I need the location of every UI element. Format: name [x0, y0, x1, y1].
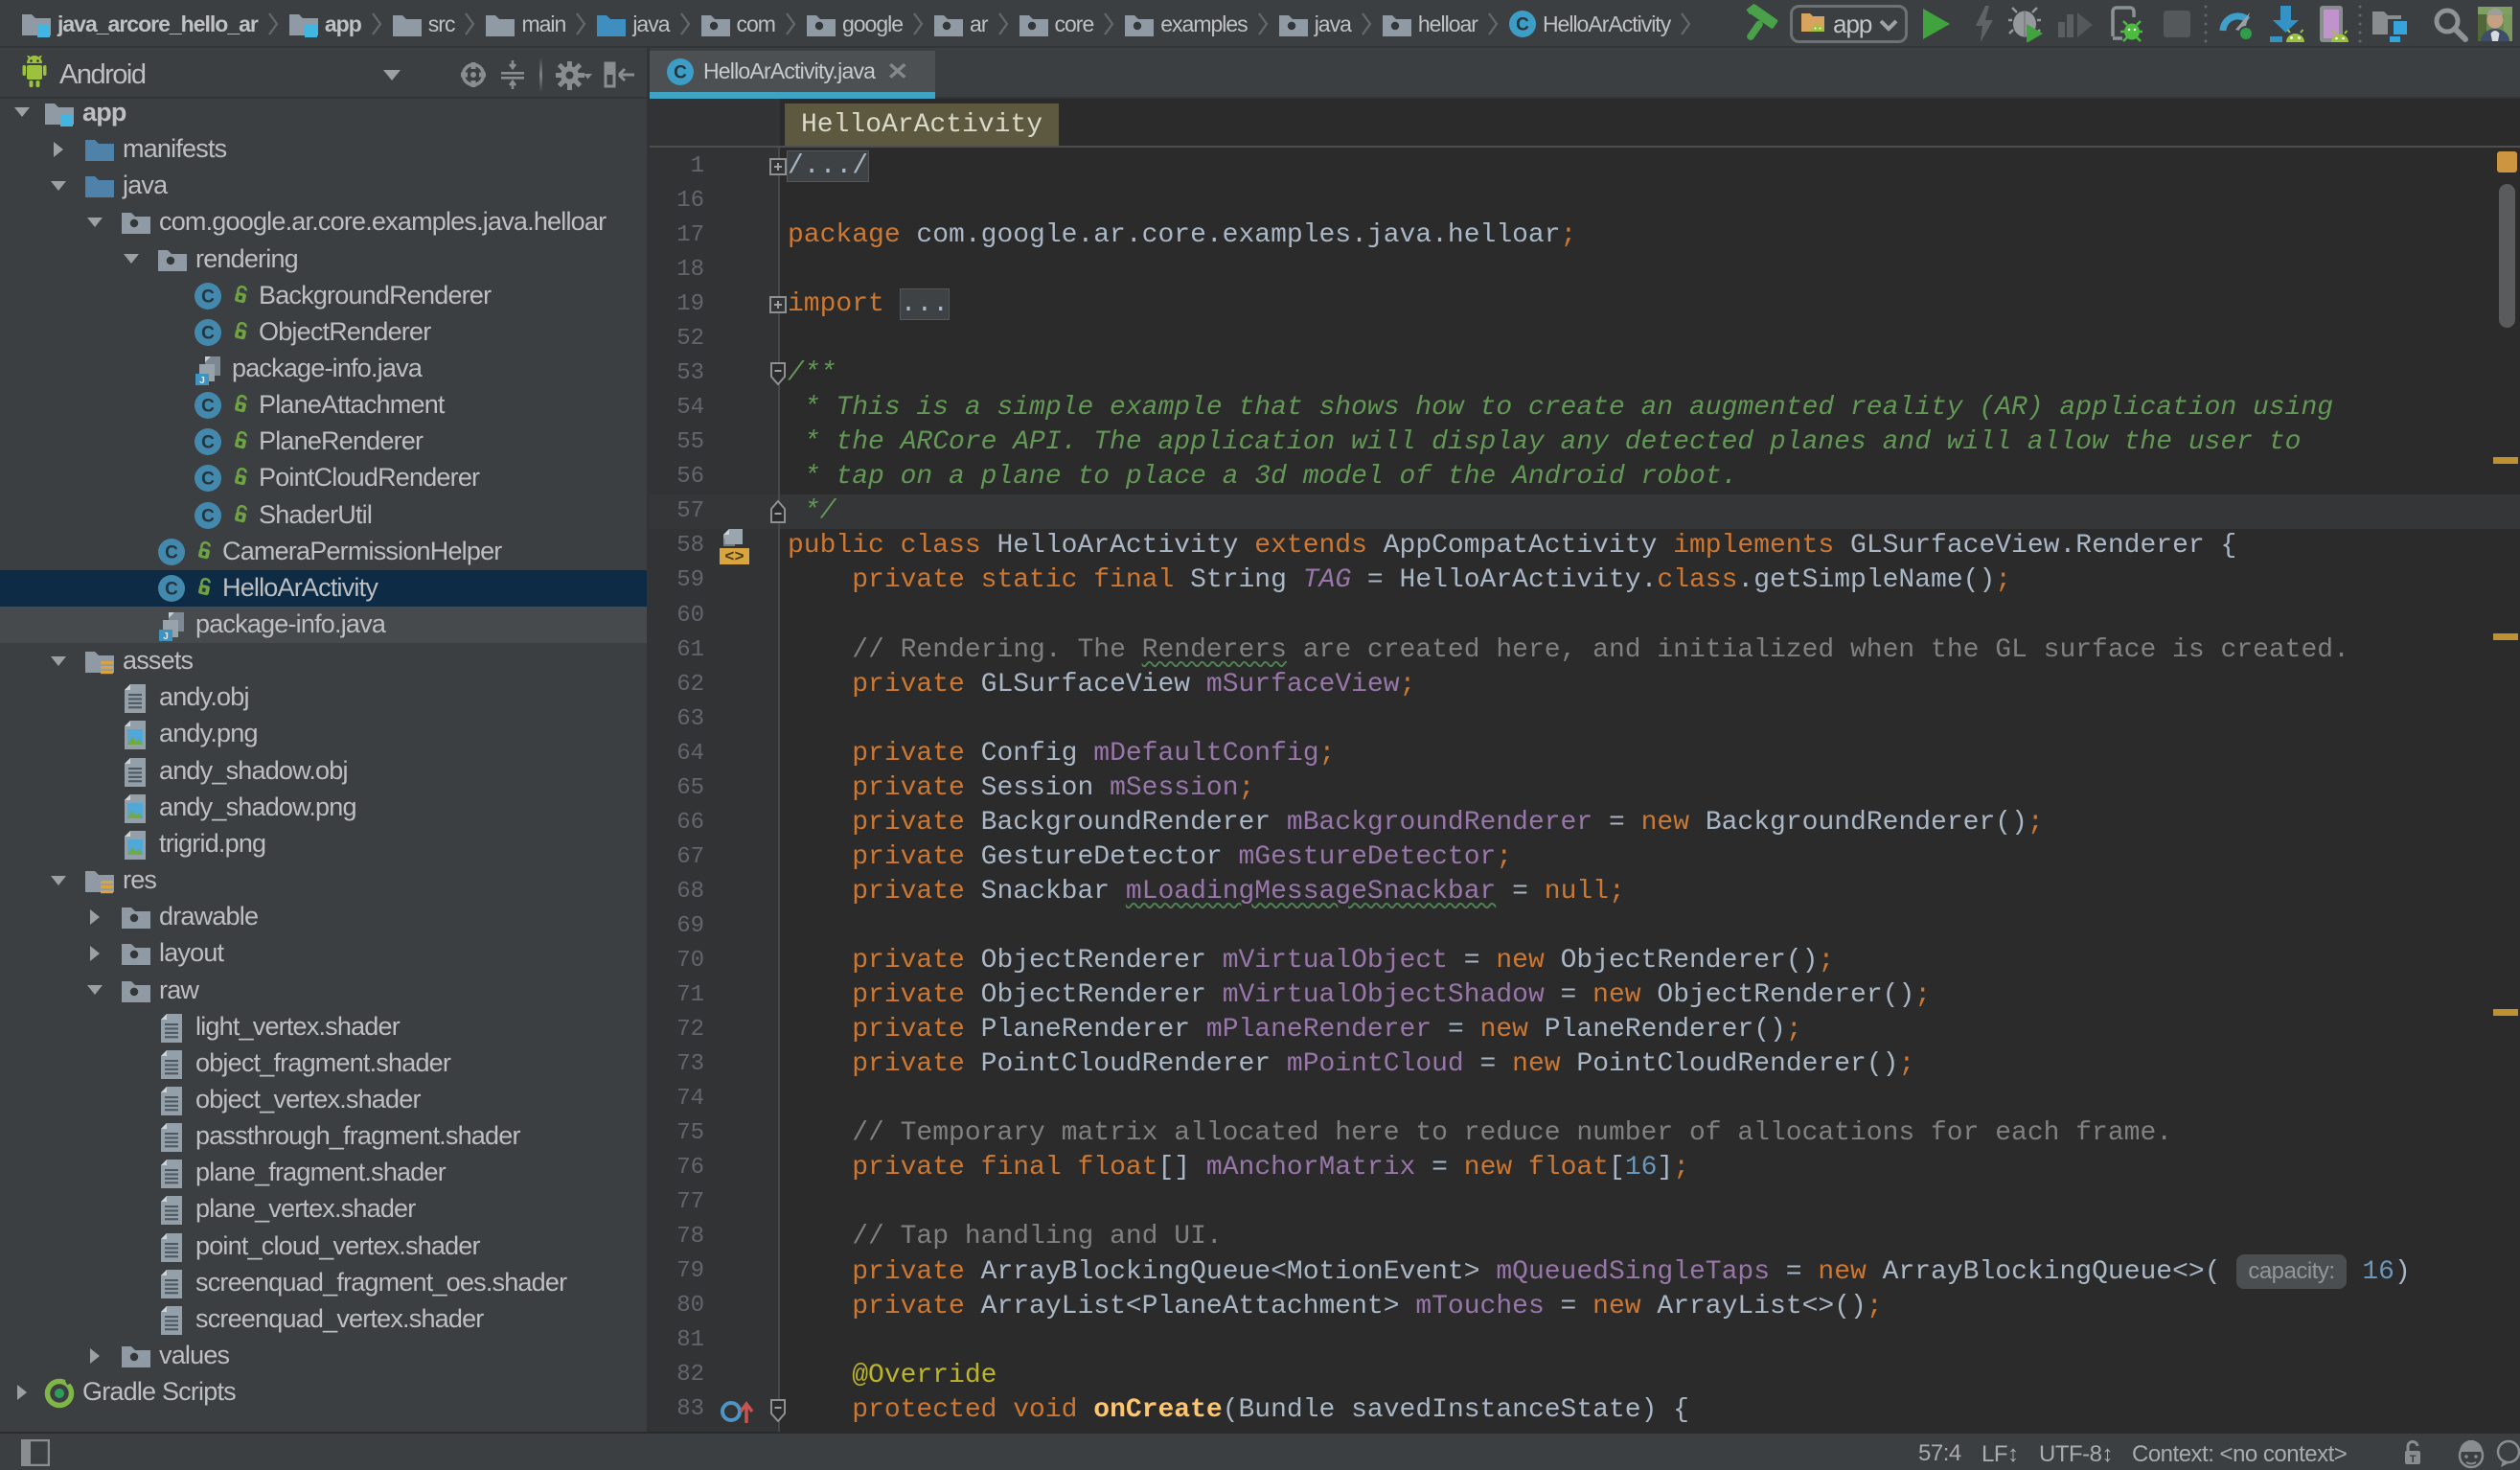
svg-text:C: C — [165, 579, 178, 599]
svg-text:C: C — [201, 433, 215, 453]
svg-text:C: C — [201, 323, 215, 343]
svg-text:C: C — [201, 397, 215, 417]
svg-text:J: J — [163, 632, 169, 641]
svg-text:C: C — [1516, 15, 1529, 35]
svg-text:T: T — [2410, 1454, 2417, 1465]
svg-text:<>: <> — [724, 549, 744, 567]
svg-text:J: J — [199, 376, 205, 385]
svg-text:C: C — [201, 287, 215, 307]
svg-text:app: app — [1833, 10, 1872, 38]
svg-text:C: C — [165, 542, 178, 563]
svg-text:C: C — [201, 506, 215, 526]
svg-text:C: C — [201, 470, 215, 490]
svg-text:C: C — [674, 62, 687, 82]
